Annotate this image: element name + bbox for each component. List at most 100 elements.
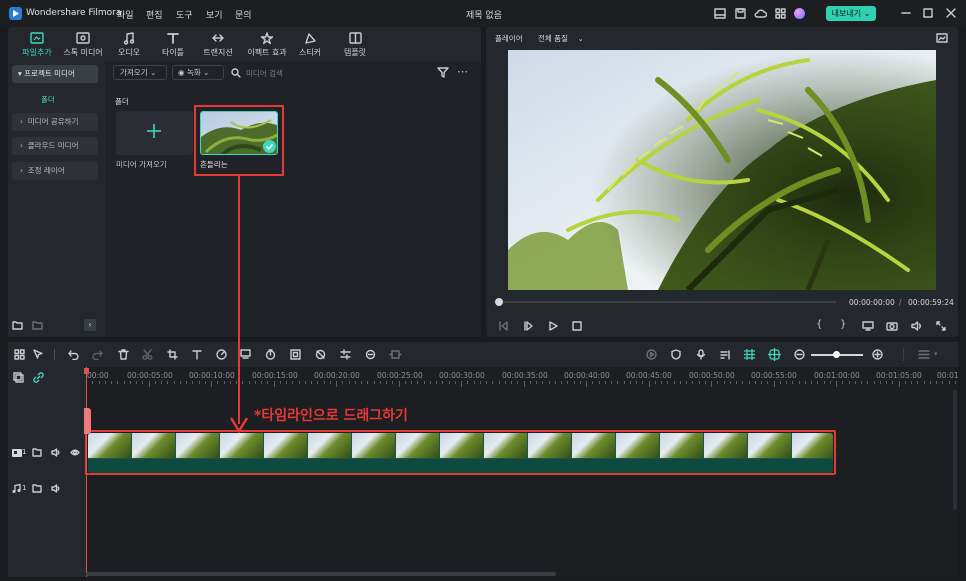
text-tool-icon[interactable] (192, 349, 203, 360)
ruler-tick (148, 381, 150, 387)
search-input[interactable]: 미디어 검색 (246, 68, 426, 79)
zoom-slider-handle[interactable] (833, 351, 840, 358)
close-icon[interactable] (946, 8, 956, 18)
ruler-tick (898, 381, 900, 387)
tab-stock-media[interactable]: 스톡 미디어 (61, 31, 105, 58)
progress-track[interactable] (498, 301, 836, 303)
menu-file[interactable]: 파일 (117, 8, 134, 21)
redo-icon[interactable] (92, 349, 103, 360)
sidebar-item-folder[interactable]: 폴더 (41, 94, 55, 105)
mark-out-icon[interactable]: } (840, 319, 846, 330)
ruler-tick (692, 381, 694, 384)
highlight-box-clip (194, 105, 284, 176)
prev-frame-icon[interactable] (498, 321, 508, 331)
select-tool-icon[interactable] (33, 349, 44, 360)
speaker-icon[interactable] (51, 448, 61, 457)
tab-transitions[interactable]: 트랜지션 (196, 31, 240, 58)
fit-icon[interactable] (290, 349, 301, 360)
voiceover-icon[interactable] (720, 349, 731, 360)
avatar[interactable] (794, 8, 805, 19)
snapshot-settings-icon[interactable] (936, 33, 948, 43)
display-icon[interactable] (862, 321, 874, 331)
playhead-marker[interactable] (84, 408, 91, 434)
ruler-tick (786, 381, 787, 384)
chevron-down-icon: ⌄ (203, 68, 210, 77)
progress-handle[interactable] (495, 298, 503, 306)
zoom-in-icon[interactable] (872, 349, 883, 360)
folder-icon[interactable] (32, 448, 42, 457)
layout-grid-icon[interactable] (14, 349, 25, 360)
play-icon[interactable] (548, 321, 558, 331)
import-media-tile[interactable] (116, 111, 193, 155)
export-button[interactable]: 내보내기 ⌄ (826, 6, 876, 21)
filter-icon[interactable] (437, 67, 449, 78)
more-icon[interactable]: ⋯ (457, 65, 468, 78)
menu-edit[interactable]: 편집 (146, 8, 163, 21)
sidebar-item-cloud-media[interactable]: › 클라우드 미디어 (12, 137, 98, 155)
camera-icon[interactable] (886, 321, 898, 331)
layout-icon[interactable] (714, 8, 726, 19)
step-back-icon[interactable] (523, 321, 533, 331)
stop-icon[interactable] (572, 321, 582, 331)
new-folder-icon[interactable] (12, 320, 23, 330)
folder-icon[interactable] (32, 320, 43, 330)
add-track-icon[interactable] (13, 372, 24, 383)
delete-icon[interactable] (118, 349, 129, 360)
track-layout-icon[interactable] (918, 349, 930, 360)
shield-icon[interactable] (671, 349, 681, 360)
folder-icon[interactable] (32, 484, 42, 493)
mark-in-icon[interactable]: { (816, 319, 822, 330)
tab-import[interactable]: 파일추가 (15, 31, 59, 58)
audio-stretch-icon[interactable] (365, 349, 376, 360)
microphone-icon[interactable] (696, 349, 706, 360)
ruler-tick (211, 381, 212, 387)
duration-icon[interactable] (265, 349, 276, 360)
speed-icon[interactable] (216, 349, 228, 360)
collapse-panel-button[interactable]: ‹ (84, 319, 96, 331)
tab-titles[interactable]: 타이틀 (151, 31, 195, 58)
zoom-out-icon[interactable] (794, 349, 805, 360)
freeze-frame-icon[interactable] (389, 349, 402, 360)
playhead-line[interactable] (86, 367, 87, 577)
chevron-down-icon[interactable]: ▾ (934, 350, 938, 358)
snap-icon[interactable] (768, 348, 781, 361)
save-icon[interactable] (735, 8, 746, 19)
import-dropdown[interactable]: 가져오기 ⌄ (113, 65, 167, 80)
link-icon[interactable] (33, 372, 44, 383)
sidebar-item-share-media[interactable]: › 미디어 공유하기 (12, 113, 98, 131)
tab-label: 타이틀 (161, 48, 185, 57)
tab-stickers[interactable]: 스티커 (288, 31, 332, 58)
tab-audio[interactable]: 오디오 (107, 31, 151, 58)
quality-dropdown[interactable]: 전체 품질 ⌄ (538, 33, 584, 44)
maximize-icon[interactable] (923, 8, 933, 18)
playhead-handle[interactable] (84, 368, 89, 374)
menu-tools[interactable]: 도구 (176, 8, 193, 21)
sidebar-item-project-media[interactable]: ▾ 프로젝트 미디어 (12, 65, 98, 83)
menu-view[interactable]: 보기 (206, 8, 223, 21)
fullscreen-icon[interactable] (936, 321, 946, 331)
split-icon[interactable] (142, 349, 153, 360)
vertical-scrollbar[interactable] (953, 390, 957, 510)
record-dropdown[interactable]: ◉ 녹화 ⌄ (172, 65, 224, 80)
render-icon[interactable] (646, 349, 657, 360)
crop-icon[interactable] (167, 349, 178, 360)
ruler-tick (267, 381, 269, 384)
ruler-tick (911, 381, 912, 384)
cloud-icon[interactable] (754, 8, 767, 19)
volume-icon[interactable] (911, 321, 923, 331)
sidebar-item-adjustment-layer[interactable]: › 조정 레이어 (12, 162, 98, 180)
adjust-icon[interactable] (340, 349, 351, 360)
ruler-tick (661, 381, 662, 384)
eye-icon[interactable] (70, 448, 80, 457)
horizontal-scrollbar[interactable] (86, 572, 556, 576)
menu-help[interactable]: 문의 (235, 8, 252, 21)
speaker-icon[interactable] (51, 484, 61, 493)
tab-templates[interactable]: 템플릿 (333, 31, 377, 58)
mask-icon[interactable] (315, 349, 326, 360)
minimize-icon[interactable] (901, 7, 911, 19)
grid-icon[interactable] (775, 8, 786, 19)
undo-icon[interactable] (68, 349, 79, 360)
ai-cut-icon[interactable] (743, 348, 756, 361)
tab-effects[interactable]: 이펙트 효과 (243, 31, 291, 58)
ruler-tick (448, 381, 450, 384)
